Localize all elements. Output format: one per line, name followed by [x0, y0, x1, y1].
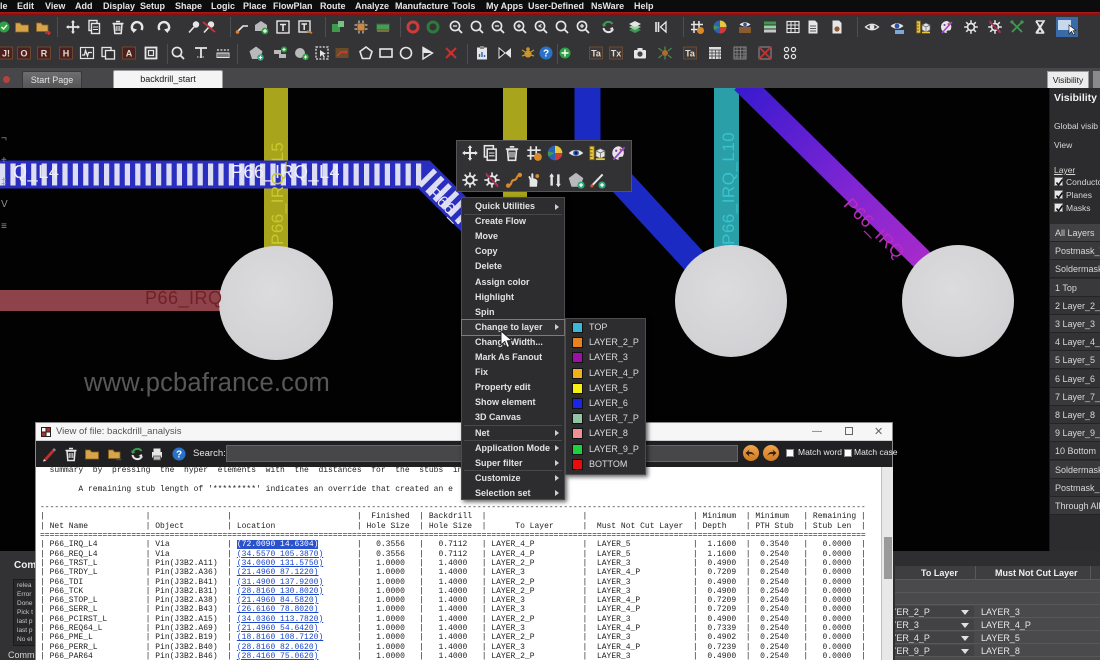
svg-text:O: O — [20, 49, 27, 59]
svg-text:?: ? — [176, 450, 182, 461]
svg-text:Ta: Ta — [591, 49, 602, 59]
svg-text:A: A — [126, 49, 133, 59]
svg-text:R: R — [41, 49, 48, 59]
svg-text:J!: J! — [2, 49, 10, 59]
svg-text:Ta: Ta — [685, 49, 696, 59]
svg-text:H: H — [63, 49, 70, 59]
svg-text:Tx: Tx — [611, 49, 622, 59]
svg-text:?: ? — [543, 49, 549, 60]
